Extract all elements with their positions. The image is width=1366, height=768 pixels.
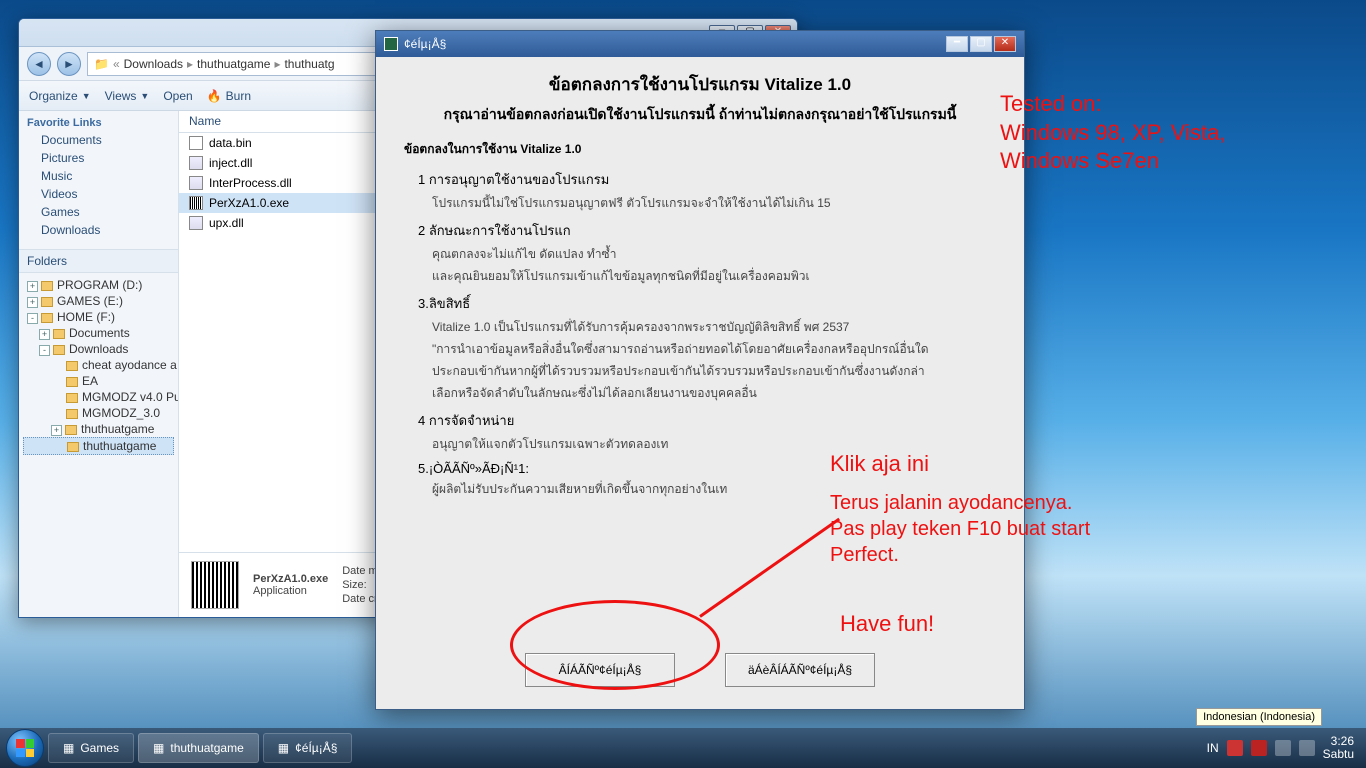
tree-item[interactable]: +Documents <box>23 325 174 341</box>
folder-icon <box>66 361 78 371</box>
tray-network-icon[interactable] <box>1275 740 1291 756</box>
dialog-body: ข้อตกลงการใช้งานโปรแกรม Vitalize 1.0 กรุ… <box>376 57 1024 639</box>
tree-item[interactable]: +PROGRAM (D:) <box>23 277 174 293</box>
tree-item[interactable]: cheat ayodance a <box>23 357 174 373</box>
sidebar-item-music[interactable]: Music <box>19 167 178 185</box>
dialog-section-label: ข้อตกลงในการใช้งาน Vitalize 1.0 <box>404 140 996 159</box>
folder-icon <box>65 425 77 435</box>
annotation-tested: Tested on: Windows 98, XP, Vista, Window… <box>1000 90 1225 176</box>
tree-expand-icon[interactable]: + <box>39 329 50 340</box>
start-button[interactable] <box>6 729 44 767</box>
dialog-subheading: กรุณาอ่านข้อตกลงก่อนเปิดใช้งานโปรแกรมนี้… <box>404 104 996 126</box>
lang-tooltip: Indonesian (Indonesia) <box>1196 708 1322 726</box>
sidebar-item-downloads[interactable]: Downloads <box>19 221 178 239</box>
tree-expand-icon[interactable]: + <box>51 425 62 436</box>
tree-item[interactable]: -Downloads <box>23 341 174 357</box>
file-icon <box>189 216 203 230</box>
tray-volume-icon[interactable] <box>1299 740 1315 756</box>
folder-icon <box>41 281 53 291</box>
nav-back-icon[interactable]: ◄ <box>27 52 51 76</box>
taskbar-app-icon: ▦ <box>278 741 289 755</box>
vitalize-dialog: ¢éÍµ¡Å§ ━ ▢ ✕ ข้อตกลงการใช้งานโปรแกรม Vi… <box>375 30 1025 710</box>
tree-expand-icon[interactable]: - <box>27 313 38 324</box>
sidebar-item-games[interactable]: Games <box>19 203 178 221</box>
taskbar-item[interactable]: ▦Games <box>48 733 134 763</box>
dialog-minimize-button[interactable]: ━ <box>946 36 968 52</box>
folder-icon <box>66 377 78 387</box>
folder-icon: 📁 <box>94 57 109 71</box>
dialog-buttons: ÂÍÁÃÑº¢éÍµ¡Å§ äÁèÂÍÁÃÑº¢éÍµ¡Å§ <box>376 639 1024 709</box>
folder-icon <box>66 409 78 419</box>
burn-button[interactable]: 🔥 Burn <box>207 89 251 103</box>
taskbar-item[interactable]: ▦thuthuatgame <box>138 733 259 763</box>
folder-tree[interactable]: +PROGRAM (D:)+GAMES (E:)-HOME (F:)+Docum… <box>19 273 178 617</box>
taskbar: ▦Games▦thuthuatgame▦¢éÍµ¡Å§ IN 3:26 Sabt… <box>0 728 1366 768</box>
tray-icon[interactable] <box>1227 740 1243 756</box>
file-icon <box>189 176 203 190</box>
tree-item[interactable]: -HOME (F:) <box>23 309 174 325</box>
folder-icon <box>53 329 65 339</box>
crumb[interactable]: thuthuatg <box>284 57 334 71</box>
sidebar-item-documents[interactable]: Documents <box>19 131 178 149</box>
lang-indicator[interactable]: IN <box>1207 741 1219 755</box>
crumb[interactable]: Downloads <box>124 57 183 71</box>
taskbar-app-icon: ▦ <box>63 741 74 755</box>
details-type: Application <box>253 585 328 597</box>
dialog-heading: ข้อตกลงการใช้งานโปรแกรม Vitalize 1.0 <box>404 71 996 98</box>
crumb[interactable]: thuthuatgame <box>197 57 270 71</box>
tree-item[interactable]: +thuthuatgame <box>23 421 174 437</box>
views-button[interactable]: Views▼ <box>105 89 150 103</box>
tree-expand-icon[interactable]: + <box>27 297 38 308</box>
details-name: PerXzA1.0.exe <box>253 573 328 585</box>
file-icon <box>189 136 203 150</box>
tree-expand-icon[interactable]: - <box>39 345 50 356</box>
tree-item[interactable]: MGMODZ_3.0 <box>23 405 174 421</box>
tree-item[interactable]: +GAMES (E:) <box>23 293 174 309</box>
tree-item[interactable]: thuthuatgame <box>23 437 174 455</box>
open-button[interactable]: Open <box>163 89 192 103</box>
nav-forward-icon[interactable]: ► <box>57 52 81 76</box>
dialog-titlebar[interactable]: ¢éÍµ¡Å§ ━ ▢ ✕ <box>376 31 1024 57</box>
sidebar-item-videos[interactable]: Videos <box>19 185 178 203</box>
folder-icon <box>66 393 78 403</box>
decline-button[interactable]: äÁèÂÍÁÃÑº¢éÍµ¡Å§ <box>725 653 875 687</box>
folders-header[interactable]: Folders <box>19 249 178 273</box>
dialog-title: ¢éÍµ¡Å§ <box>404 37 446 51</box>
file-thumb-icon <box>191 561 239 609</box>
windows-logo-icon <box>16 739 34 757</box>
tray-ati-icon[interactable] <box>1251 740 1267 756</box>
tree-item[interactable]: MGMODZ v4.0 Pu <box>23 389 174 405</box>
taskbar-app-icon: ▦ <box>153 741 164 755</box>
favorites-header: Favorite Links <box>19 111 178 131</box>
tree-expand-icon[interactable]: + <box>27 281 38 292</box>
folder-icon <box>53 345 65 355</box>
dialog-close-button[interactable]: ✕ <box>994 36 1016 52</box>
tree-item[interactable]: EA <box>23 373 174 389</box>
folder-icon <box>41 297 53 307</box>
sidebar-item-pictures[interactable]: Pictures <box>19 149 178 167</box>
system-tray: IN 3:26 Sabtu <box>1207 735 1360 761</box>
taskbar-clock[interactable]: 3:26 Sabtu <box>1323 735 1354 761</box>
file-icon <box>189 156 203 170</box>
dialog-maximize-button[interactable]: ▢ <box>970 36 992 52</box>
accept-button[interactable]: ÂÍÁÃÑº¢éÍµ¡Å§ <box>525 653 675 687</box>
folder-icon <box>67 442 79 452</box>
folder-icon <box>41 313 53 323</box>
app-icon <box>384 37 398 51</box>
taskbar-item[interactable]: ▦¢éÍµ¡Å§ <box>263 733 353 763</box>
organize-button[interactable]: Organize▼ <box>29 89 91 103</box>
explorer-sidebar: Favorite Links DocumentsPicturesMusicVid… <box>19 111 179 617</box>
file-icon <box>189 196 203 210</box>
